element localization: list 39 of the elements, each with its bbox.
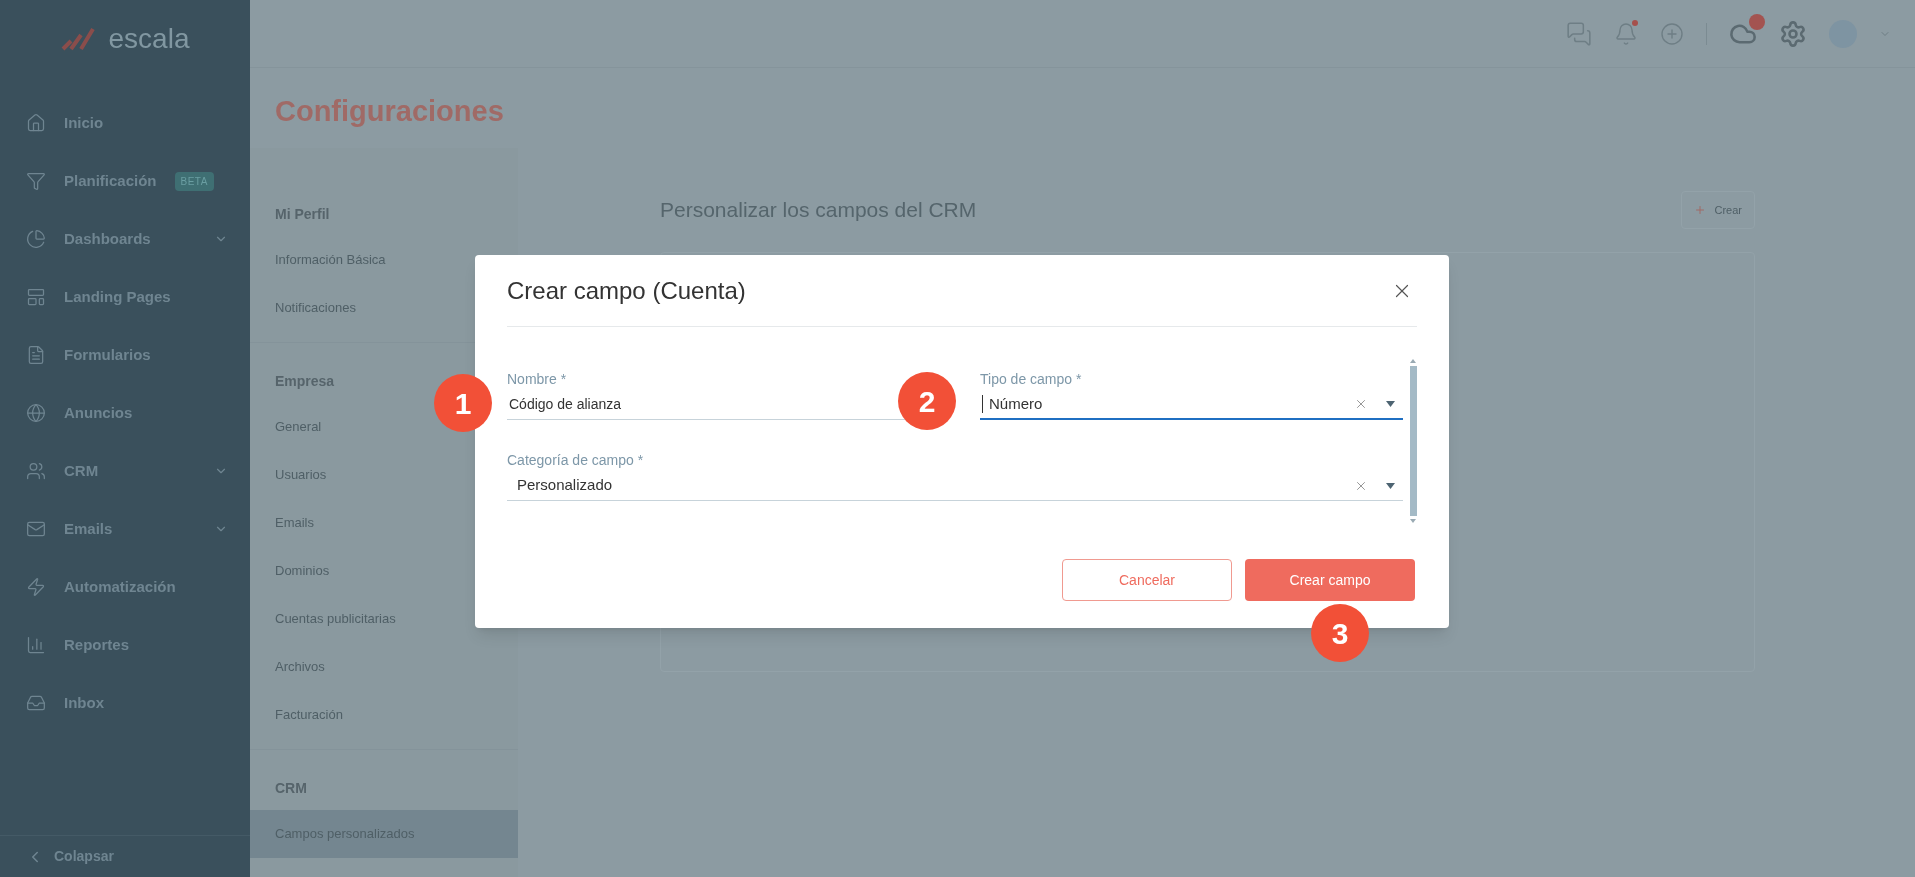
step-marker: 3 [1311,604,1369,662]
select-field[interactable]: Número [980,390,1403,420]
dropdown-caret-icon[interactable] [1386,482,1395,489]
mail-icon [26,519,46,539]
plus-icon [1694,204,1707,216]
logo-text: escala [108,22,190,56]
filter-icon [26,171,46,191]
form-icon [26,345,46,365]
create-button[interactable]: Crear [1681,191,1755,229]
chart-icon [26,635,46,655]
inbox-icon [26,693,46,713]
field-label: Tipo de campo * [980,370,1083,389]
add-icon[interactable] [1660,21,1684,46]
field-value: Código de alianza [509,395,622,414]
pie-chart-icon [26,229,46,249]
menu-item[interactable]: Archivos [250,643,518,691]
menu-item[interactable]: Facturación [250,691,518,739]
chat-icon[interactable] [1566,20,1592,47]
select-field[interactable]: Personalizado [507,471,1403,501]
page-title: Configuraciones [274,94,505,129]
field-value: Número [989,393,1043,414]
scroll-up-icon[interactable] [1410,359,1416,363]
field-value: Personalizado [516,475,613,496]
settings-icon[interactable] [1779,19,1807,48]
create-field-button[interactable]: Crear campo [1245,559,1415,601]
layout-icon [26,287,46,307]
field-label: Categoría de campo * [507,451,645,470]
cancel-button[interactable]: Cancelar [1062,559,1232,601]
scroll-down-icon[interactable] [1410,519,1416,523]
field-label: Nombre * [507,370,568,389]
clear-icon[interactable] [1354,397,1368,411]
globe-icon [26,403,46,423]
home-icon [26,113,46,133]
lightning-icon [26,577,46,597]
users-icon [26,461,46,481]
modal-title: Crear campo (Cuenta) [507,275,746,306]
text-cursor [982,395,983,413]
bell-icon[interactable] [1614,21,1638,46]
dropdown-caret-icon[interactable] [1386,401,1395,407]
